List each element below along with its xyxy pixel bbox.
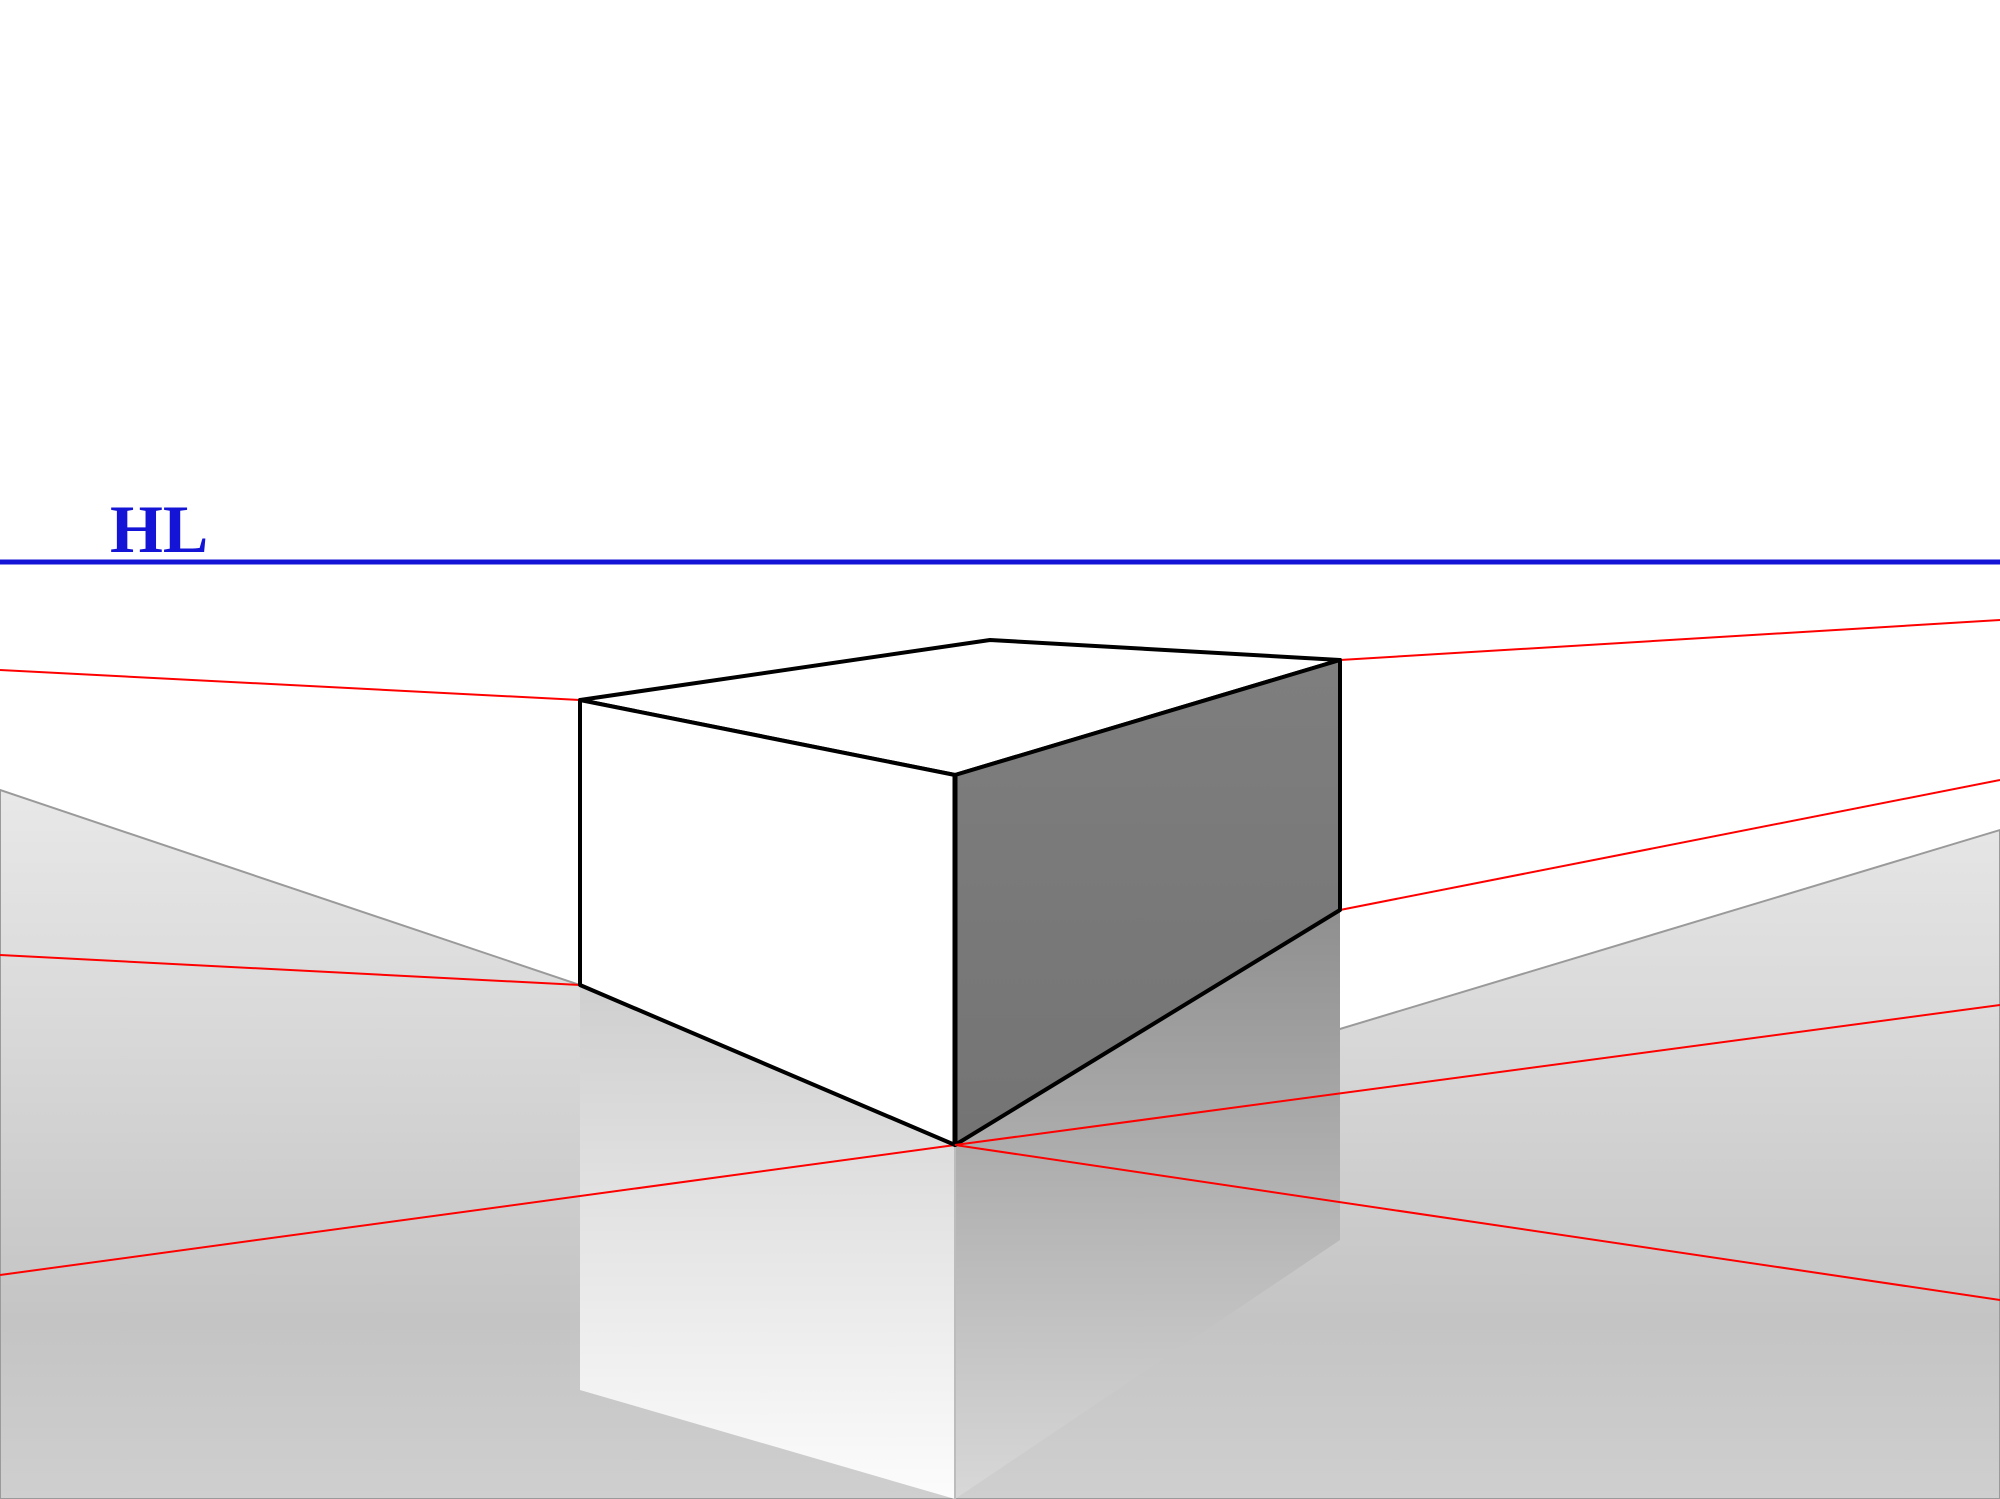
diagram-svg <box>0 0 2000 1499</box>
horizon-line-label: HL <box>110 490 208 569</box>
perspective-line-right <box>1340 620 2000 660</box>
perspective-diagram: HL <box>0 0 2000 1499</box>
